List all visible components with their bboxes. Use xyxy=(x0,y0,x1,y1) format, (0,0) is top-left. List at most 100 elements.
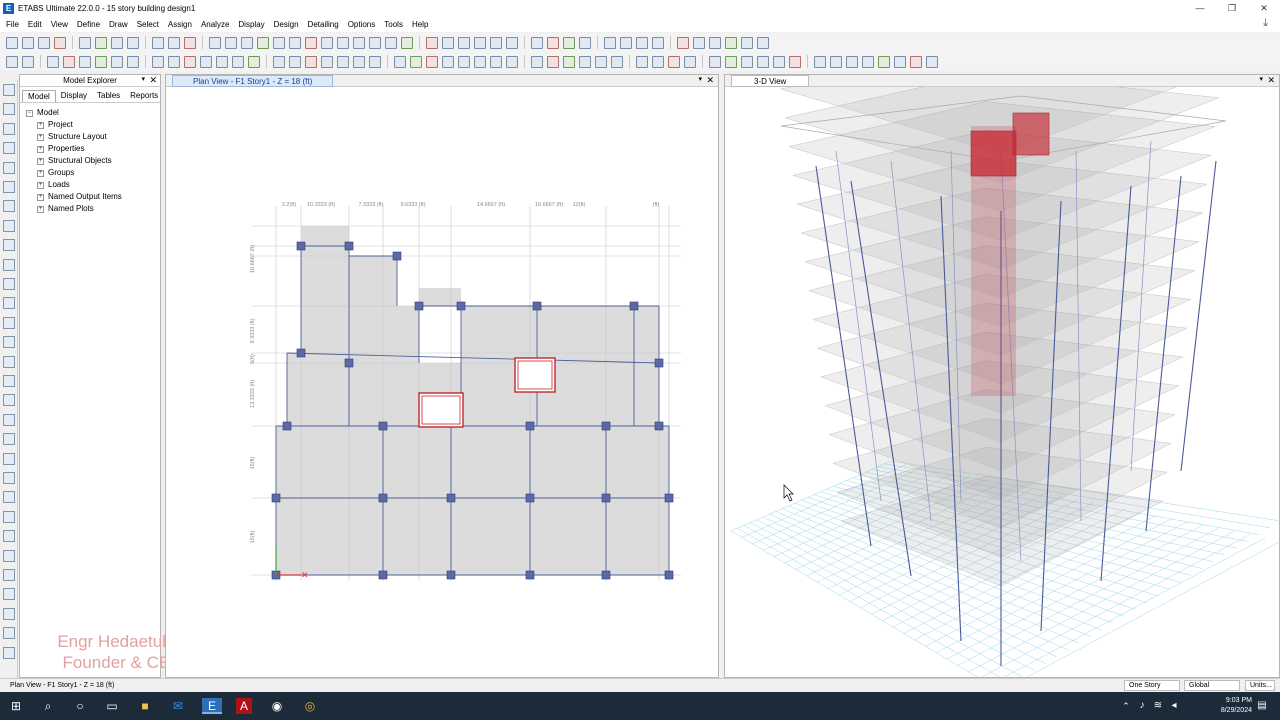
toolbar1-tool-icon[interactable] xyxy=(604,36,616,49)
toolbar2-tool-icon[interactable] xyxy=(152,55,164,68)
expand-icon[interactable]: + xyxy=(37,205,44,213)
expand-icon[interactable]: + xyxy=(37,181,44,189)
system-clock[interactable]: 9:03 PM 8/29/2024 xyxy=(1221,696,1252,716)
tab-3d-view[interactable]: 3-D View xyxy=(731,75,810,87)
draw-tool-icon[interactable] xyxy=(3,316,15,329)
toolbar1-tool-icon[interactable] xyxy=(579,36,591,49)
toolbar1-tool-icon[interactable] xyxy=(209,36,221,49)
toolbar1-tool-icon[interactable] xyxy=(474,36,486,49)
toolbar2-tool-icon[interactable] xyxy=(79,55,91,68)
expand-icon[interactable]: + xyxy=(37,145,44,153)
toolbar2-tool-icon[interactable] xyxy=(394,55,406,68)
toolbar2-tool-icon[interactable] xyxy=(200,55,212,68)
expand-icon[interactable]: + xyxy=(37,193,44,201)
draw-tool-icon[interactable] xyxy=(3,239,15,252)
menu-view[interactable]: View xyxy=(48,20,74,29)
toolbar1-tool-icon[interactable] xyxy=(677,36,689,49)
toolbar1-tool-icon[interactable] xyxy=(273,36,285,49)
toolbar1-tool-icon[interactable] xyxy=(54,36,66,49)
panel-dropdown-icon[interactable]: ▾ xyxy=(698,75,702,83)
expand-icon[interactable]: + xyxy=(37,121,44,129)
toolbar2-tool-icon[interactable] xyxy=(910,55,922,68)
toolbar2-tool-icon[interactable] xyxy=(684,55,696,68)
toolbar2-tool-icon[interactable] xyxy=(168,55,180,68)
toolbar1-tool-icon[interactable] xyxy=(289,36,301,49)
menu-analyze[interactable]: Analyze xyxy=(198,20,235,29)
toolbar1-tool-icon[interactable] xyxy=(79,36,91,49)
toolbar1-tool-icon[interactable] xyxy=(506,36,518,49)
mail-icon[interactable]: ✉ xyxy=(170,698,186,714)
toolbar1-tool-icon[interactable] xyxy=(531,36,543,49)
close-icon[interactable]: ✕ xyxy=(706,75,714,86)
menu-help[interactable]: Help xyxy=(409,20,434,29)
tree-item[interactable]: + Named Output Items xyxy=(26,191,160,203)
toolbar1-tool-icon[interactable] xyxy=(38,36,50,49)
tab-display[interactable]: Display xyxy=(56,90,92,102)
draw-tool-icon[interactable] xyxy=(3,588,15,601)
draw-tool-icon[interactable] xyxy=(3,549,15,562)
menu-define[interactable]: Define xyxy=(74,20,106,29)
toolbar1-tool-icon[interactable] xyxy=(442,36,454,49)
menu-assign[interactable]: Assign xyxy=(165,20,198,29)
obs-icon[interactable]: ◉ xyxy=(269,698,285,714)
tray-chevron-icon[interactable]: ⌃ xyxy=(1118,698,1134,714)
toolbar1-tool-icon[interactable] xyxy=(490,36,502,49)
toolbar2-tool-icon[interactable] xyxy=(563,55,575,68)
menu-edit[interactable]: Edit xyxy=(25,20,48,29)
draw-tool-icon[interactable] xyxy=(3,122,15,135)
draw-tool-icon[interactable] xyxy=(3,394,15,407)
toolbar2-tool-icon[interactable] xyxy=(741,55,753,68)
toolbar1-tool-icon[interactable] xyxy=(620,36,632,49)
toolbar2-tool-icon[interactable] xyxy=(773,55,785,68)
toolbar1-tool-icon[interactable] xyxy=(168,36,180,49)
network-icon[interactable]: ≋ xyxy=(1150,698,1166,714)
toolbar2-tool-icon[interactable] xyxy=(273,55,285,68)
menu-select[interactable]: Select xyxy=(134,20,165,29)
units-button[interactable]: Units... xyxy=(1245,680,1275,691)
toolbar1-tool-icon[interactable] xyxy=(6,36,18,49)
toolbar2-tool-icon[interactable] xyxy=(531,55,543,68)
toolbar1-tool-icon[interactable] xyxy=(547,36,559,49)
toolbar1-tool-icon[interactable] xyxy=(725,36,737,49)
toolbar1-tool-icon[interactable] xyxy=(321,36,333,49)
toolbar2-tool-icon[interactable] xyxy=(111,55,123,68)
draw-tool-icon[interactable] xyxy=(3,607,15,620)
toolbar2-tool-icon[interactable] xyxy=(458,55,470,68)
draw-tool-icon[interactable] xyxy=(3,219,15,232)
toolbar2-tool-icon[interactable] xyxy=(289,55,301,68)
draw-tool-icon[interactable] xyxy=(3,491,15,504)
restore-button[interactable]: ❐ xyxy=(1216,0,1248,16)
draw-tool-icon[interactable] xyxy=(3,181,15,193)
toolbar2-tool-icon[interactable] xyxy=(878,55,890,68)
story-mode-select[interactable]: One Story xyxy=(1124,680,1180,691)
search-icon[interactable]: ⌕ xyxy=(40,698,56,714)
toolbar1-tool-icon[interactable] xyxy=(353,36,365,49)
toolbar2-tool-icon[interactable] xyxy=(474,55,486,68)
tab-plan-view[interactable]: Plan View - F1 Story1 - Z = 18 (ft) xyxy=(172,75,334,87)
toolbar1-tool-icon[interactable] xyxy=(184,36,196,49)
toolbar2-tool-icon[interactable] xyxy=(579,55,591,68)
expand-icon[interactable]: + xyxy=(37,157,44,165)
toolbar1-tool-icon[interactable] xyxy=(458,36,470,49)
download-icon[interactable]: ⤓ xyxy=(1260,17,1274,30)
close-icon[interactable]: ✕ xyxy=(149,75,157,86)
toolbar2-tool-icon[interactable] xyxy=(442,55,454,68)
collapse-icon[interactable]: − xyxy=(26,109,33,117)
draw-tool-icon[interactable] xyxy=(3,200,15,213)
toolbar1-tool-icon[interactable] xyxy=(652,36,664,49)
toolbar2-tool-icon[interactable] xyxy=(894,55,906,68)
toolbar2-tool-icon[interactable] xyxy=(636,55,648,68)
toolbar1-tool-icon[interactable] xyxy=(693,36,705,49)
toolbar2-tool-icon[interactable] xyxy=(95,55,107,68)
menu-draw[interactable]: Draw xyxy=(106,20,134,29)
tree-item[interactable]: + Groups xyxy=(26,167,160,179)
toolbar1-tool-icon[interactable] xyxy=(426,36,438,49)
task-view-icon[interactable]: ▭ xyxy=(104,698,120,714)
toolbar2-tool-icon[interactable] xyxy=(184,55,196,68)
toolbar2-tool-icon[interactable] xyxy=(6,55,18,68)
toolbar2-tool-icon[interactable] xyxy=(426,55,438,68)
toolbar2-tool-icon[interactable] xyxy=(757,55,769,68)
toolbar2-tool-icon[interactable] xyxy=(668,55,680,68)
tree-root-model[interactable]: − Model xyxy=(26,107,160,119)
draw-tool-icon[interactable] xyxy=(3,569,15,581)
